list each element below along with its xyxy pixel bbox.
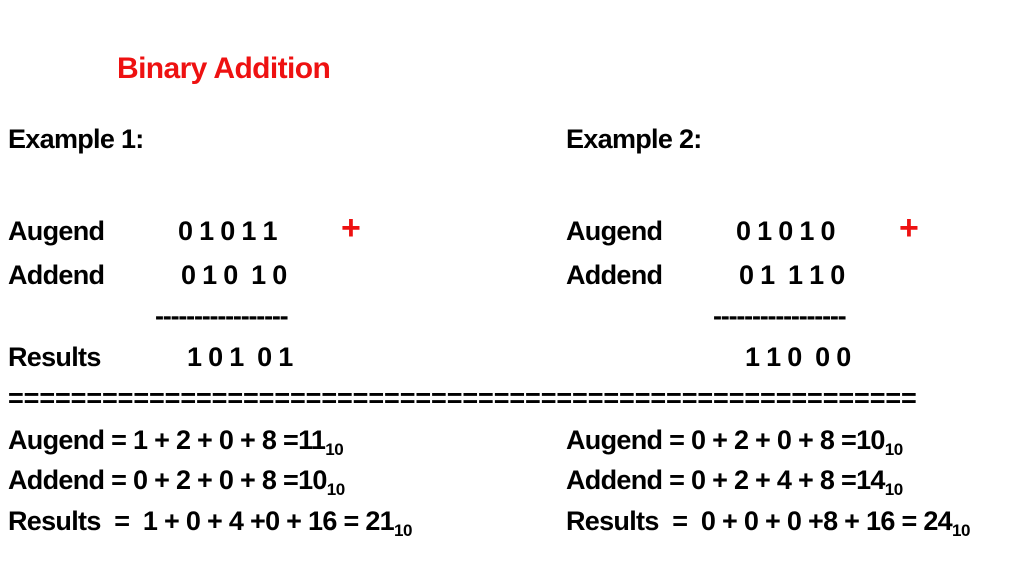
expression: Augend = 0 + 2 + 0 + 8 =10 [566, 425, 885, 455]
example-1-addend-bits: 0 1 0 1 0 [181, 260, 287, 290]
example-2-results-bits: 1 1 0 0 0 [745, 342, 851, 372]
example-2-augend-label: Augend [566, 216, 663, 246]
base-subscript: 10 [325, 440, 344, 459]
example-2-augend-bits: 0 1 0 1 0 [736, 216, 835, 246]
example-1-augend-bits: 0 1 0 1 1 [178, 216, 277, 246]
plus-operator-icon: + [341, 209, 361, 247]
example-1-results-label: Results [8, 342, 101, 372]
example-1-addend-label: Addend [8, 260, 105, 290]
example-1-separator: ----------------- [155, 301, 289, 331]
example-2-addend-label: Addend [566, 260, 663, 290]
base-subscript: 10 [326, 480, 345, 499]
page-title: Binary Addition [117, 52, 331, 85]
example-2-results-decimal: Results = 0 + 0 + 0 +8 + 16 = 2410 [566, 506, 970, 540]
example-1-results-decimal: Results = 1 + 0 + 4 +0 + 16 = 2110 [8, 506, 412, 540]
example-1-results-bits: 1 0 1 0 1 [187, 342, 293, 372]
expression: Results = 1 + 0 + 4 +0 + 16 = 21 [8, 506, 395, 536]
base-subscript: 10 [952, 521, 970, 540]
example-1-heading: Example 1: [8, 124, 144, 154]
example-2-separator: ----------------- [713, 301, 847, 331]
plus-operator-icon: + [899, 209, 919, 247]
equals-divider: ========================================… [8, 385, 917, 412]
example-1-addend-decimal: Addend = 0 + 2 + 0 + 8 =1010 [8, 465, 345, 499]
expression: Results = 0 + 0 + 0 +8 + 16 = 24 [566, 506, 953, 536]
example-1-augend-label: Augend [8, 216, 105, 246]
base-subscript: 10 [394, 521, 412, 540]
expression: Augend = 1 + 2 + 0 + 8 =11 [8, 425, 326, 455]
expression: Addend = 0 + 2 + 4 + 8 =14 [566, 465, 885, 495]
base-subscript: 10 [884, 440, 903, 459]
example-1-augend-decimal: Augend = 1 + 2 + 0 + 8 =1110 [8, 425, 344, 459]
base-subscript: 10 [884, 480, 903, 499]
example-2-augend-decimal: Augend = 0 + 2 + 0 + 8 =1010 [566, 425, 903, 459]
example-2-addend-decimal: Addend = 0 + 2 + 4 + 8 =1410 [566, 465, 903, 499]
example-2-addend-bits: 0 1 1 1 0 [739, 260, 845, 290]
example-2-heading: Example 2: [566, 124, 702, 154]
expression: Addend = 0 + 2 + 0 + 8 =10 [8, 465, 327, 495]
